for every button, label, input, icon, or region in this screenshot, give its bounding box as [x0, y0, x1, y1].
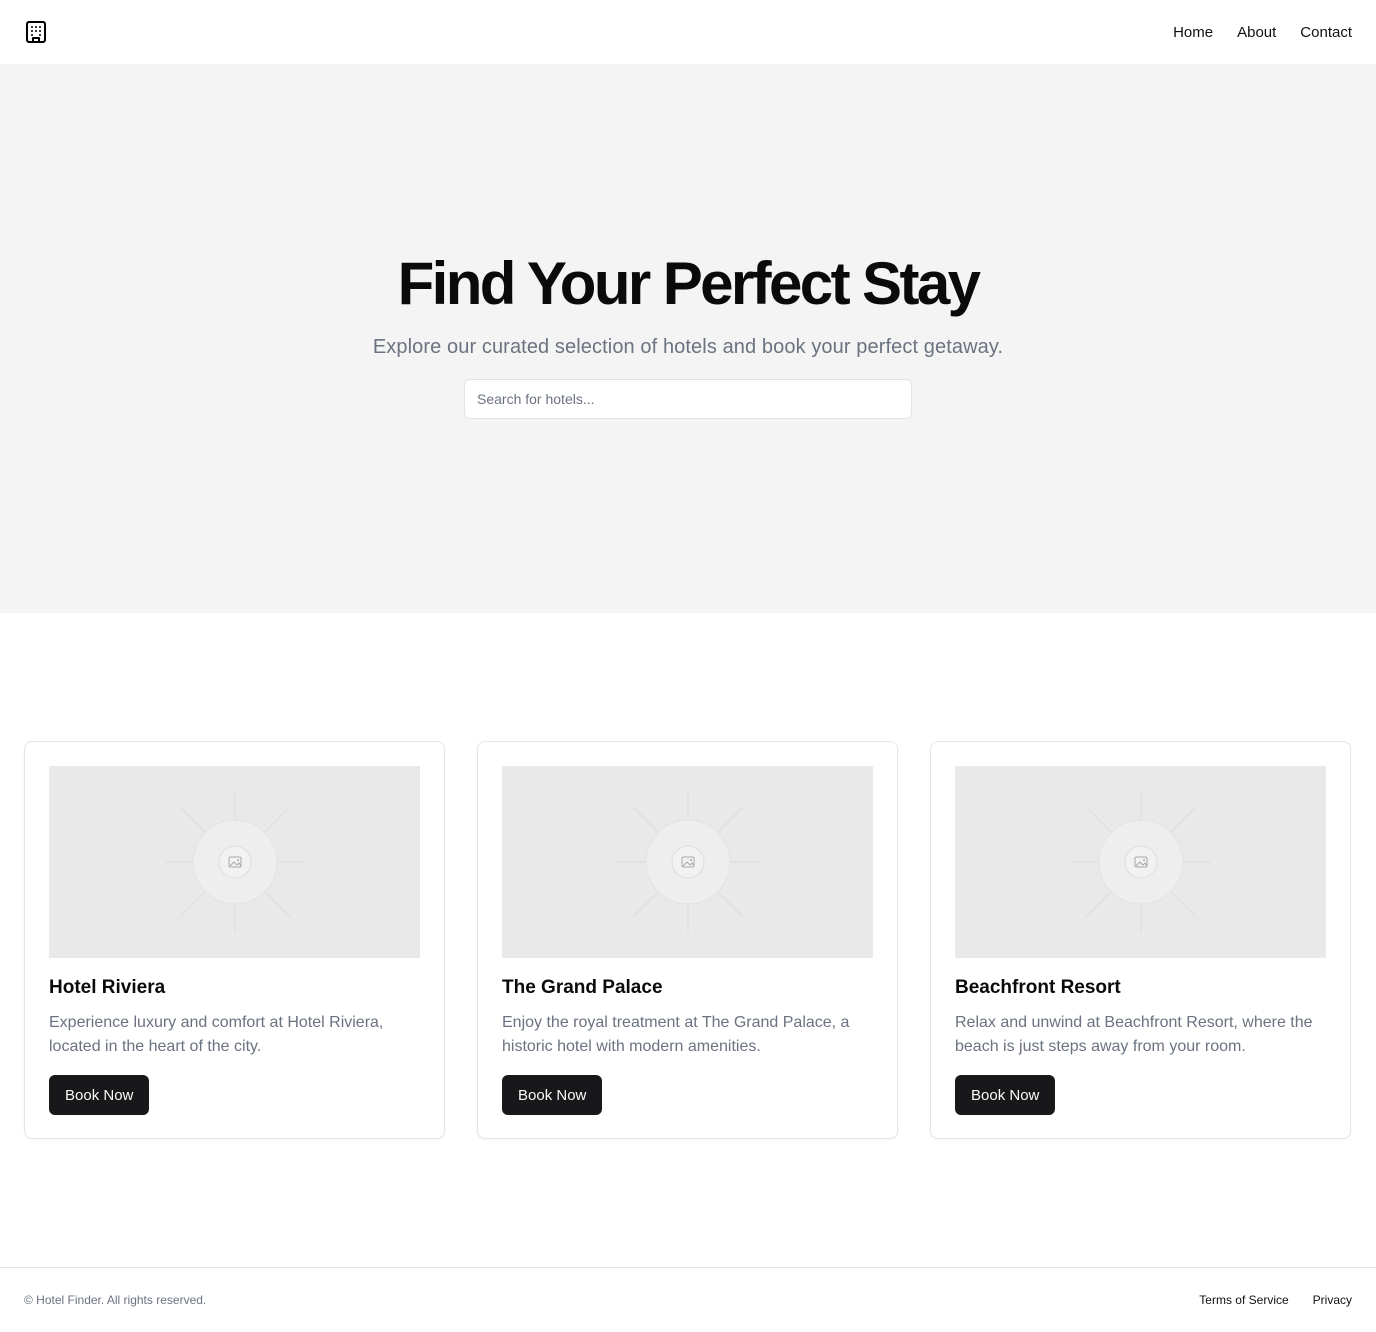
hotel-search-input[interactable]	[464, 379, 912, 419]
terms-of-service-link[interactable]: Terms of Service	[1199, 1293, 1288, 1307]
hotel-card: Hotel Riviera Experience luxury and comf…	[24, 741, 445, 1139]
hotel-description: Experience luxury and comfort at Hotel R…	[49, 1014, 384, 1055]
image-placeholder-icon	[617, 792, 758, 932]
nav-contact-link[interactable]: Contact	[1300, 24, 1352, 41]
hotel-name: The Grand Palace	[502, 977, 663, 998]
hotel-image-placeholder	[49, 766, 420, 958]
hero-title: Find Your Perfect Stay	[397, 250, 981, 317]
image-placeholder-icon	[1070, 792, 1211, 932]
image-placeholder-icon	[164, 792, 305, 932]
nav-home-link[interactable]: Home	[1173, 24, 1213, 41]
site-header: Home About Contact	[0, 0, 1376, 64]
hotel-building-icon[interactable]	[24, 20, 48, 44]
hotel-card-list: Hotel Riviera Experience luxury and comf…	[24, 741, 1352, 1139]
hero-subtitle: Explore our curated selection of hotels …	[372, 336, 1004, 358]
hotel-name: Hotel Riviera	[49, 977, 166, 998]
hotel-image-placeholder	[955, 766, 1326, 958]
hotel-name: Beachfront Resort	[955, 977, 1121, 998]
hotel-description: Enjoy the royal treatment at The Grand P…	[502, 1014, 850, 1055]
book-now-button[interactable]: Book Now	[502, 1075, 603, 1115]
hotel-card: The Grand Palace Enjoy the royal treatme…	[477, 741, 898, 1139]
book-now-button[interactable]: Book Now	[955, 1075, 1056, 1115]
hotel-card: Beachfront Resort Relax and unwind at Be…	[930, 741, 1351, 1139]
site-footer: © Hotel Finder. All rights reserved. Ter…	[0, 1267, 1376, 1332]
nav-about-link[interactable]: About	[1237, 24, 1276, 41]
hero-section: Find Your Perfect Stay Explore our curat…	[0, 64, 1376, 613]
hotel-description: Relax and unwind at Beachfront Resort, w…	[955, 1014, 1313, 1055]
hotel-image-placeholder	[502, 766, 873, 958]
main-nav: Home About Contact	[1173, 24, 1352, 41]
footer-nav: Terms of Service Privacy	[1199, 1293, 1352, 1307]
copyright-text: © Hotel Finder. All rights reserved.	[24, 1293, 207, 1307]
book-now-button[interactable]: Book Now	[49, 1075, 150, 1115]
privacy-link[interactable]: Privacy	[1313, 1293, 1352, 1307]
